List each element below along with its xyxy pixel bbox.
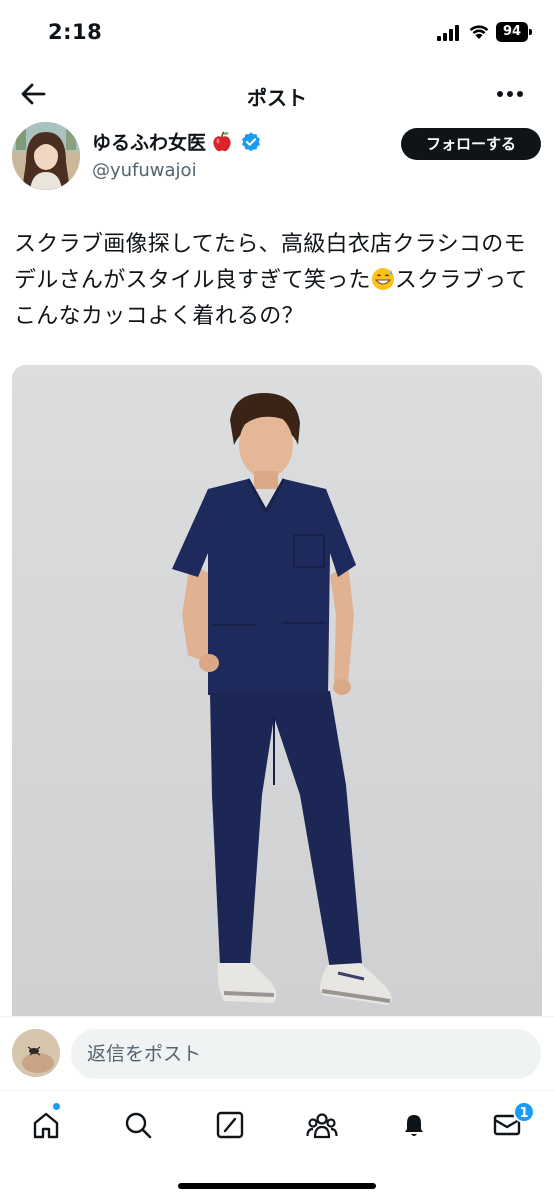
communities-icon bbox=[306, 1113, 338, 1139]
cellular-signal-icon bbox=[437, 25, 459, 41]
avatar-illustration bbox=[12, 122, 80, 190]
user-avatar-image bbox=[12, 1029, 60, 1077]
status-bar: 2:18 94 bbox=[0, 0, 554, 66]
tab-communities[interactable] bbox=[302, 1105, 342, 1145]
follow-button[interactable]: フォローする bbox=[401, 128, 541, 160]
battery-cap bbox=[529, 29, 532, 35]
page-title: ポスト bbox=[247, 86, 307, 110]
author-handle[interactable]: @yufuwajoi bbox=[92, 160, 197, 181]
battery-indicator: 94 bbox=[496, 22, 532, 42]
tab-notifications[interactable] bbox=[394, 1105, 434, 1145]
reply-input[interactable]: 返信をポスト bbox=[71, 1029, 541, 1079]
tab-grok[interactable] bbox=[210, 1105, 250, 1145]
grok-icon bbox=[216, 1111, 244, 1139]
tweet-text: スクラブ画像探してたら、高級白衣店クラシコのモデルさんがスタイル良すぎて笑ったス… bbox=[14, 227, 544, 335]
tab-home[interactable] bbox=[26, 1105, 66, 1145]
post-header: ポスト bbox=[0, 66, 554, 122]
battery-level: 94 bbox=[496, 22, 528, 42]
display-name[interactable]: ゆるふわ女医 bbox=[92, 128, 206, 155]
tweet-photo[interactable] bbox=[12, 365, 542, 1025]
photo-model-in-scrubs bbox=[12, 365, 542, 1025]
red-apple-icon bbox=[213, 130, 231, 151]
grinning-sweat-icon bbox=[371, 268, 394, 290]
home-unread-dot bbox=[53, 1103, 60, 1110]
notifications-icon bbox=[405, 1115, 423, 1136]
more-horizontal-icon bbox=[497, 91, 523, 97]
user-avatar[interactable] bbox=[12, 1029, 60, 1077]
wifi-icon bbox=[469, 25, 489, 39]
verified-badge-icon bbox=[242, 131, 260, 151]
author-avatar[interactable] bbox=[12, 122, 80, 190]
author-row: ゆるふわ女医 @yufuwajoi フォローする bbox=[12, 122, 542, 194]
more-options-button[interactable] bbox=[490, 76, 530, 112]
display-name-row: ゆるふわ女医 bbox=[92, 128, 262, 155]
home-icon bbox=[33, 1112, 59, 1139]
messages-badge: 1 bbox=[513, 1101, 535, 1123]
reply-bar: 返信をポスト bbox=[0, 1016, 554, 1090]
home-indicator bbox=[178, 1183, 376, 1189]
status-time: 2:18 bbox=[48, 20, 103, 44]
search-icon bbox=[125, 1112, 152, 1139]
tab-search[interactable] bbox=[118, 1105, 158, 1145]
